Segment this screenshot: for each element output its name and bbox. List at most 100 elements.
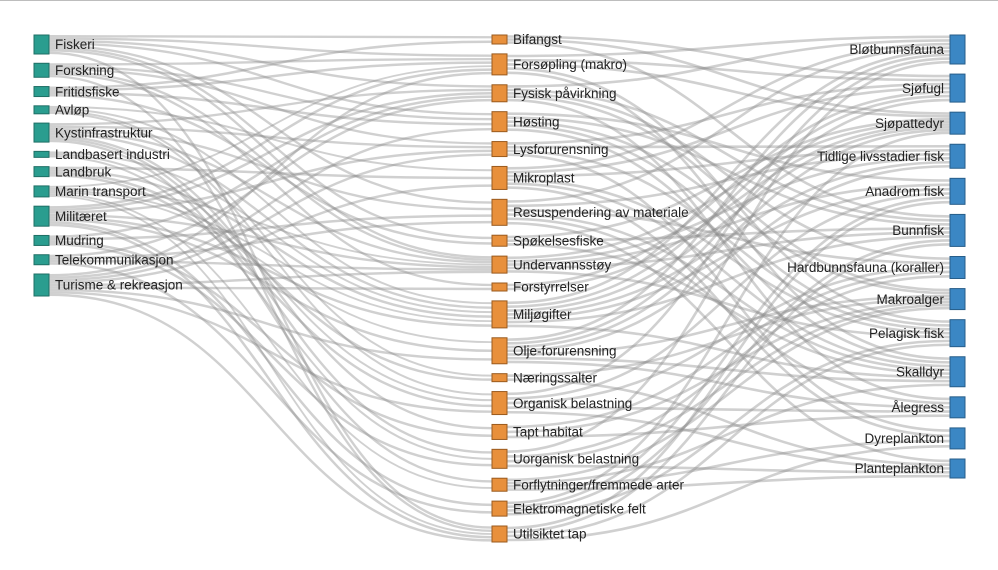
- node-telekommunikasjon[interactable]: Telekommunikasjon: [33, 252, 174, 267]
- node-rect-planteplankton[interactable]: [949, 458, 966, 479]
- node-rect-bunnfisk[interactable]: [949, 213, 966, 247]
- node-label-militaeret: Militæret: [55, 209, 107, 224]
- node-rect-fysisk[interactable]: [491, 84, 508, 103]
- node-tapt-habitat[interactable]: Tapt habitat: [491, 423, 583, 440]
- node-label-sjofugl: Sjøfugl: [902, 81, 944, 96]
- node-rect-tidlige[interactable]: [949, 143, 966, 169]
- node-rect-mudring[interactable]: [33, 234, 50, 246]
- node-label-resuspendering: Resuspendering av materiale: [513, 205, 689, 220]
- node-hardbunn[interactable]: Hardbunnsfauna (koraller): [787, 256, 966, 279]
- node-rect-tapt-habitat[interactable]: [491, 423, 508, 440]
- node-rect-landbruk[interactable]: [33, 166, 50, 178]
- node-turisme[interactable]: Turisme & rekreasjon: [33, 273, 183, 297]
- node-label-skalldyr: Skalldyr: [896, 364, 945, 379]
- node-rect-turisme[interactable]: [33, 273, 50, 297]
- node-militaeret[interactable]: Militæret: [33, 205, 107, 227]
- node-rect-forflytninger[interactable]: [491, 477, 508, 492]
- link-fiskeri-forsopling[interactable]: [48, 37, 493, 57]
- node-label-tidlige: Tidlige livsstadier fisk: [817, 149, 944, 164]
- node-rect-blotbunn[interactable]: [949, 34, 966, 65]
- node-label-hardbunn: Hardbunnsfauna (koraller): [787, 260, 944, 275]
- node-rect-dyreplankton[interactable]: [949, 427, 966, 450]
- node-rect-bifangst[interactable]: [491, 34, 508, 45]
- node-label-fiskeri: Fiskeri: [55, 37, 95, 52]
- node-utilsiktet[interactable]: Utilsiktet tap: [491, 525, 587, 543]
- node-label-alegress: Ålegress: [891, 400, 944, 415]
- node-fritidsfiske[interactable]: Fritidsfiske: [33, 84, 120, 99]
- node-forskning[interactable]: Forskning: [33, 62, 114, 78]
- node-rect-makroalger[interactable]: [949, 288, 966, 311]
- node-label-mudring: Mudring: [55, 233, 104, 248]
- node-rect-miljogifter[interactable]: [491, 300, 508, 329]
- node-label-landbasert-industri: Landbasert industri: [55, 147, 170, 162]
- node-mikroplast[interactable]: Mikroplast: [491, 165, 575, 190]
- link-fiskeri-bifangst[interactable]: [48, 35, 493, 39]
- node-rect-utilsiktet[interactable]: [491, 525, 508, 543]
- node-rect-hosting[interactable]: [491, 111, 508, 133]
- node-rect-mikroplast[interactable]: [491, 165, 508, 190]
- node-makroalger[interactable]: Makroalger: [876, 288, 966, 311]
- node-dyreplankton[interactable]: Dyreplankton: [864, 427, 966, 450]
- node-label-avlop: Avløp: [55, 103, 89, 118]
- node-label-makroalger: Makroalger: [876, 292, 944, 307]
- node-rect-alegress[interactable]: [949, 396, 966, 419]
- node-rect-pelagisk[interactable]: [949, 319, 966, 348]
- node-elektromagnetiske[interactable]: Elektromagnetiske felt: [491, 500, 646, 517]
- node-rect-anadrom[interactable]: [949, 177, 966, 205]
- node-rect-kystinfrastruktur[interactable]: [33, 122, 50, 143]
- node-forsopling[interactable]: Forsøpling (makro): [491, 53, 627, 76]
- node-rect-sjopattedyr[interactable]: [949, 111, 966, 135]
- node-forstyrrelser[interactable]: Forstyrrelser: [491, 280, 589, 295]
- node-rect-avlop[interactable]: [33, 105, 50, 115]
- node-rect-elektromagnetiske[interactable]: [491, 500, 508, 517]
- node-rect-skalldyr[interactable]: [949, 356, 966, 388]
- node-rect-resuspendering[interactable]: [491, 198, 508, 226]
- node-rect-fritidsfiske[interactable]: [33, 86, 50, 98]
- node-rect-stoy[interactable]: [491, 255, 508, 274]
- node-label-pelagisk: Pelagisk fisk: [869, 326, 944, 341]
- node-label-blotbunn: Bløtbunnsfauna: [849, 42, 944, 57]
- node-label-landbruk: Landbruk: [55, 164, 112, 179]
- node-fiskeri[interactable]: Fiskeri: [33, 34, 95, 55]
- node-bifangst[interactable]: Bifangst: [491, 32, 562, 47]
- node-rect-landbasert-industri[interactable]: [33, 150, 50, 158]
- node-rect-naeringssalter[interactable]: [491, 373, 508, 383]
- node-label-elektromagnetiske: Elektromagnetiske felt: [513, 501, 646, 516]
- node-rect-forstyrrelser[interactable]: [491, 282, 508, 292]
- node-rect-militaeret[interactable]: [33, 205, 50, 227]
- node-rect-telekommunikasjon[interactable]: [33, 254, 50, 266]
- node-label-spokelsesfiske: Spøkelsesfiske: [513, 233, 604, 248]
- node-landbasert-industri[interactable]: Landbasert industri: [33, 147, 170, 162]
- node-rect-marin-transport[interactable]: [33, 185, 50, 198]
- node-rect-uorganisk[interactable]: [491, 448, 508, 469]
- node-label-uorganisk: Uorganisk belastning: [513, 452, 639, 467]
- node-rect-hardbunn[interactable]: [949, 256, 966, 279]
- node-rect-fiskeri[interactable]: [33, 34, 50, 55]
- node-avlop[interactable]: Avløp: [33, 103, 89, 118]
- node-label-organisk: Organisk belastning: [513, 396, 632, 411]
- node-rect-sjofugl[interactable]: [949, 73, 966, 103]
- node-rect-organisk[interactable]: [491, 391, 508, 416]
- node-mudring[interactable]: Mudring: [33, 233, 104, 248]
- node-landbruk[interactable]: Landbruk: [33, 164, 112, 179]
- node-rect-lys[interactable]: [491, 141, 508, 158]
- node-alegress[interactable]: Ålegress: [891, 396, 966, 419]
- node-label-bifangst: Bifangst: [513, 32, 562, 47]
- node-label-lys: Lysforurensning: [513, 142, 609, 157]
- node-label-fysisk: Fysisk påvirkning: [513, 86, 617, 101]
- node-naeringssalter[interactable]: Næringssalter: [491, 370, 598, 385]
- node-forflytninger[interactable]: Forflytninger/fremmede arter: [491, 477, 685, 492]
- node-label-fritidsfiske: Fritidsfiske: [55, 84, 120, 99]
- node-label-forflytninger: Forflytninger/fremmede arter: [513, 477, 685, 492]
- node-label-hosting: Høsting: [513, 114, 560, 129]
- node-label-telekommunikasjon: Telekommunikasjon: [55, 252, 174, 267]
- node-label-naeringssalter: Næringssalter: [513, 370, 598, 385]
- node-rect-olje[interactable]: [491, 337, 508, 365]
- node-label-olje: Olje-forurensning: [513, 344, 617, 359]
- node-sjopattedyr[interactable]: Sjøpattedyr: [875, 111, 966, 135]
- node-rect-forsopling[interactable]: [491, 53, 508, 76]
- node-rect-forskning[interactable]: [33, 62, 50, 78]
- node-uorganisk[interactable]: Uorganisk belastning: [491, 448, 639, 469]
- node-hosting[interactable]: Høsting: [491, 111, 560, 133]
- node-rect-spokelsesfiske[interactable]: [491, 234, 508, 247]
